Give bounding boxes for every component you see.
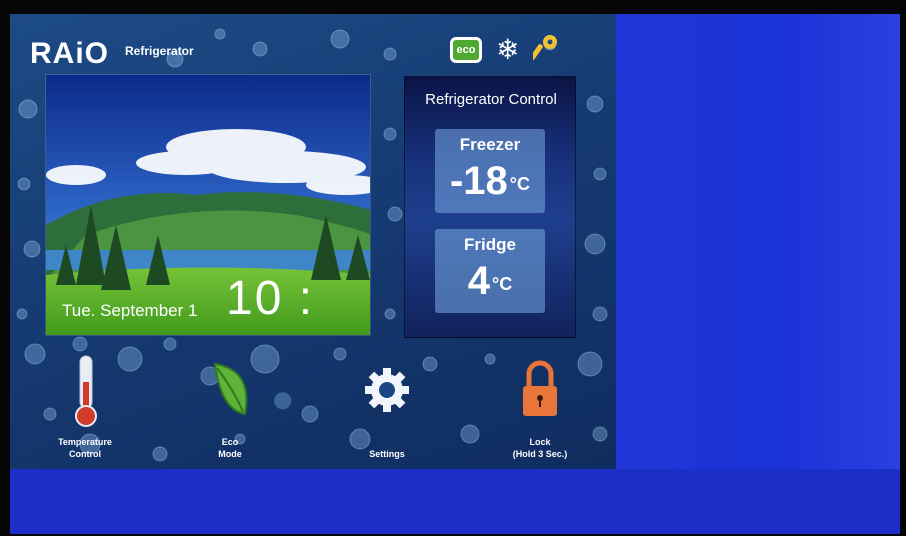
clock-panel: Tue. September 1 10 : 12 <box>45 74 371 336</box>
fridge-temperature: 4 °C <box>435 259 545 304</box>
panel-title: Refrigerator Control <box>425 91 557 108</box>
freezer-label: Freezer <box>459 135 521 154</box>
fridge-temperature-unit: °C <box>492 274 513 294</box>
freezer-temperature: -18 °C <box>435 159 545 204</box>
lock-label-2: (Hold 3 Sec.) <box>512 449 568 459</box>
snowflake-icon: ❄ <box>496 34 520 65</box>
settings-button[interactable]: Settings <box>332 352 442 462</box>
unused-screen-area-bottom <box>10 469 900 534</box>
temperature-control-label-1: Temperature <box>58 437 112 447</box>
status-bar: eco ❄ <box>450 32 559 68</box>
time-display: 10 : 12 <box>226 272 315 335</box>
fridge-zone[interactable]: Fridge 4 °C <box>435 229 545 313</box>
eco-icon: eco <box>450 37 482 63</box>
lock-label-1: Lock <box>529 437 551 447</box>
brand-logo-text: RAiO <box>30 37 109 70</box>
lock-button[interactable]: Lock (Hold 3 Sec.) <box>485 352 595 462</box>
temperature-control-button[interactable]: Temperature Control <box>30 352 140 462</box>
eco-mode-label-1: Eco <box>221 437 239 447</box>
settings-label: Settings <box>369 449 405 459</box>
freezer-zone[interactable]: Freezer -18 °C <box>435 129 545 213</box>
leaf-icon <box>213 362 248 416</box>
refrigerator-ui: RAiO Refrigerator eco ❄ Tue. September 1… <box>10 14 616 469</box>
eco-mode-label-2: Mode <box>218 449 242 459</box>
eco-badge-label: eco <box>456 44 476 56</box>
gear-icon <box>365 368 409 412</box>
fridge-label: Fridge <box>464 235 516 254</box>
display-screen: RAiO Refrigerator eco ❄ Tue. September 1… <box>10 14 900 534</box>
fridge-temperature-value: 4 <box>467 259 491 303</box>
device-bezel: RAiO Refrigerator eco ❄ Tue. September 1… <box>0 0 906 536</box>
brand-logo: RAiO <box>30 34 109 74</box>
unused-screen-area <box>616 14 900 534</box>
key-icon <box>533 35 558 61</box>
temperature-control-label-2: Control <box>69 449 101 459</box>
thermometer-icon <box>75 355 97 427</box>
product-name: Refrigerator <box>125 44 194 58</box>
refrigerator-control-panel: Refrigerator Control Freezer -18 °C Fridg… <box>404 76 576 338</box>
freezer-temperature-unit: °C <box>509 174 530 194</box>
freezer-temperature-value: -18 <box>449 159 508 203</box>
eco-mode-button[interactable]: Eco Mode <box>175 352 285 462</box>
lock-icon <box>523 360 557 416</box>
date-label: Tue. September 1 <box>62 301 198 320</box>
